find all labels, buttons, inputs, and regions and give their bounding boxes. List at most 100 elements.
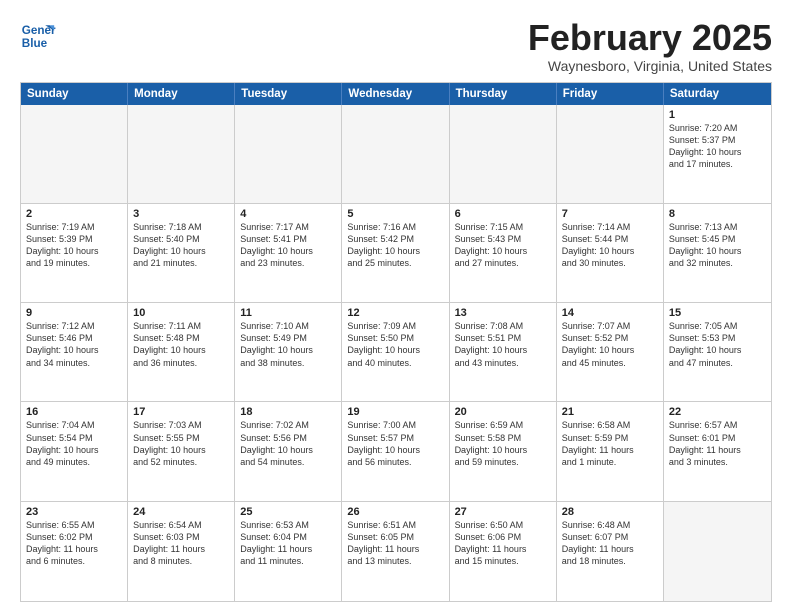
day-number: 14 — [562, 307, 658, 319]
calendar-cell — [450, 105, 557, 203]
calendar-cell: 18Sunrise: 7:02 AM Sunset: 5:56 PM Dayli… — [235, 402, 342, 500]
day-info: Sunrise: 7:12 AM Sunset: 5:46 PM Dayligh… — [26, 320, 122, 369]
day-info: Sunrise: 6:51 AM Sunset: 6:05 PM Dayligh… — [347, 519, 443, 568]
day-number: 1 — [669, 109, 766, 121]
calendar-cell: 5Sunrise: 7:16 AM Sunset: 5:42 PM Daylig… — [342, 204, 449, 302]
month-title: February 2025 — [528, 18, 772, 58]
calendar-header: SundayMondayTuesdayWednesdayThursdayFrid… — [21, 83, 771, 105]
day-number: 17 — [133, 406, 229, 418]
calendar-cell: 2Sunrise: 7:19 AM Sunset: 5:39 PM Daylig… — [21, 204, 128, 302]
calendar-cell — [235, 105, 342, 203]
day-number: 24 — [133, 506, 229, 518]
day-number: 23 — [26, 506, 122, 518]
day-info: Sunrise: 6:48 AM Sunset: 6:07 PM Dayligh… — [562, 519, 658, 568]
day-info: Sunrise: 7:13 AM Sunset: 5:45 PM Dayligh… — [669, 221, 766, 270]
day-number: 12 — [347, 307, 443, 319]
calendar-cell: 24Sunrise: 6:54 AM Sunset: 6:03 PM Dayli… — [128, 502, 235, 601]
calendar-cell: 25Sunrise: 6:53 AM Sunset: 6:04 PM Dayli… — [235, 502, 342, 601]
day-info: Sunrise: 7:11 AM Sunset: 5:48 PM Dayligh… — [133, 320, 229, 369]
weekday-header: Thursday — [450, 83, 557, 105]
day-info: Sunrise: 7:03 AM Sunset: 5:55 PM Dayligh… — [133, 419, 229, 468]
day-info: Sunrise: 6:57 AM Sunset: 6:01 PM Dayligh… — [669, 419, 766, 468]
day-info: Sunrise: 7:14 AM Sunset: 5:44 PM Dayligh… — [562, 221, 658, 270]
calendar-cell: 9Sunrise: 7:12 AM Sunset: 5:46 PM Daylig… — [21, 303, 128, 401]
day-number: 20 — [455, 406, 551, 418]
day-number: 3 — [133, 208, 229, 220]
calendar-cell: 20Sunrise: 6:59 AM Sunset: 5:58 PM Dayli… — [450, 402, 557, 500]
calendar-cell: 7Sunrise: 7:14 AM Sunset: 5:44 PM Daylig… — [557, 204, 664, 302]
day-number: 6 — [455, 208, 551, 220]
day-number: 28 — [562, 506, 658, 518]
day-info: Sunrise: 7:07 AM Sunset: 5:52 PM Dayligh… — [562, 320, 658, 369]
day-number: 18 — [240, 406, 336, 418]
calendar-week: 16Sunrise: 7:04 AM Sunset: 5:54 PM Dayli… — [21, 402, 771, 501]
day-number: 15 — [669, 307, 766, 319]
calendar-cell — [21, 105, 128, 203]
calendar-cell: 22Sunrise: 6:57 AM Sunset: 6:01 PM Dayli… — [664, 402, 771, 500]
day-info: Sunrise: 7:18 AM Sunset: 5:40 PM Dayligh… — [133, 221, 229, 270]
calendar-cell: 12Sunrise: 7:09 AM Sunset: 5:50 PM Dayli… — [342, 303, 449, 401]
day-number: 27 — [455, 506, 551, 518]
day-number: 22 — [669, 406, 766, 418]
day-number: 2 — [26, 208, 122, 220]
calendar-cell: 14Sunrise: 7:07 AM Sunset: 5:52 PM Dayli… — [557, 303, 664, 401]
day-info: Sunrise: 6:59 AM Sunset: 5:58 PM Dayligh… — [455, 419, 551, 468]
weekday-header: Wednesday — [342, 83, 449, 105]
calendar-cell: 17Sunrise: 7:03 AM Sunset: 5:55 PM Dayli… — [128, 402, 235, 500]
svg-text:Blue: Blue — [22, 37, 48, 50]
calendar-cell — [128, 105, 235, 203]
calendar-cell: 21Sunrise: 6:58 AM Sunset: 5:59 PM Dayli… — [557, 402, 664, 500]
calendar-cell: 15Sunrise: 7:05 AM Sunset: 5:53 PM Dayli… — [664, 303, 771, 401]
calendar-cell: 1Sunrise: 7:20 AM Sunset: 5:37 PM Daylig… — [664, 105, 771, 203]
weekday-header: Sunday — [21, 83, 128, 105]
day-info: Sunrise: 6:54 AM Sunset: 6:03 PM Dayligh… — [133, 519, 229, 568]
calendar-cell: 27Sunrise: 6:50 AM Sunset: 6:06 PM Dayli… — [450, 502, 557, 601]
calendar-cell: 3Sunrise: 7:18 AM Sunset: 5:40 PM Daylig… — [128, 204, 235, 302]
weekday-header: Saturday — [664, 83, 771, 105]
calendar-week: 23Sunrise: 6:55 AM Sunset: 6:02 PM Dayli… — [21, 502, 771, 601]
calendar-cell — [664, 502, 771, 601]
day-info: Sunrise: 7:17 AM Sunset: 5:41 PM Dayligh… — [240, 221, 336, 270]
day-info: Sunrise: 7:15 AM Sunset: 5:43 PM Dayligh… — [455, 221, 551, 270]
calendar-cell: 6Sunrise: 7:15 AM Sunset: 5:43 PM Daylig… — [450, 204, 557, 302]
calendar-cell: 28Sunrise: 6:48 AM Sunset: 6:07 PM Dayli… — [557, 502, 664, 601]
day-info: Sunrise: 6:58 AM Sunset: 5:59 PM Dayligh… — [562, 419, 658, 468]
day-number: 11 — [240, 307, 336, 319]
day-info: Sunrise: 7:02 AM Sunset: 5:56 PM Dayligh… — [240, 419, 336, 468]
day-number: 13 — [455, 307, 551, 319]
title-block: February 2025 Waynesboro, Virginia, Unit… — [528, 18, 772, 74]
calendar-cell: 11Sunrise: 7:10 AM Sunset: 5:49 PM Dayli… — [235, 303, 342, 401]
weekday-header: Friday — [557, 83, 664, 105]
logo-icon: General Blue — [20, 18, 56, 54]
day-number: 25 — [240, 506, 336, 518]
day-number: 7 — [562, 208, 658, 220]
day-info: Sunrise: 7:16 AM Sunset: 5:42 PM Dayligh… — [347, 221, 443, 270]
calendar-cell: 26Sunrise: 6:51 AM Sunset: 6:05 PM Dayli… — [342, 502, 449, 601]
logo: General Blue — [20, 18, 60, 54]
day-number: 19 — [347, 406, 443, 418]
day-number: 10 — [133, 307, 229, 319]
day-info: Sunrise: 7:05 AM Sunset: 5:53 PM Dayligh… — [669, 320, 766, 369]
day-info: Sunrise: 6:50 AM Sunset: 6:06 PM Dayligh… — [455, 519, 551, 568]
day-info: Sunrise: 6:53 AM Sunset: 6:04 PM Dayligh… — [240, 519, 336, 568]
day-info: Sunrise: 7:10 AM Sunset: 5:49 PM Dayligh… — [240, 320, 336, 369]
calendar-week: 9Sunrise: 7:12 AM Sunset: 5:46 PM Daylig… — [21, 303, 771, 402]
weekday-header: Monday — [128, 83, 235, 105]
calendar-cell: 23Sunrise: 6:55 AM Sunset: 6:02 PM Dayli… — [21, 502, 128, 601]
day-info: Sunrise: 7:09 AM Sunset: 5:50 PM Dayligh… — [347, 320, 443, 369]
day-number: 21 — [562, 406, 658, 418]
day-number: 4 — [240, 208, 336, 220]
day-number: 5 — [347, 208, 443, 220]
calendar-cell: 4Sunrise: 7:17 AM Sunset: 5:41 PM Daylig… — [235, 204, 342, 302]
calendar-cell: 16Sunrise: 7:04 AM Sunset: 5:54 PM Dayli… — [21, 402, 128, 500]
day-info: Sunrise: 7:00 AM Sunset: 5:57 PM Dayligh… — [347, 419, 443, 468]
header: General Blue February 2025 Waynesboro, V… — [20, 18, 772, 74]
calendar-cell: 10Sunrise: 7:11 AM Sunset: 5:48 PM Dayli… — [128, 303, 235, 401]
calendar-body: 1Sunrise: 7:20 AM Sunset: 5:37 PM Daylig… — [21, 105, 771, 601]
calendar-cell — [557, 105, 664, 203]
day-info: Sunrise: 7:19 AM Sunset: 5:39 PM Dayligh… — [26, 221, 122, 270]
day-info: Sunrise: 7:04 AM Sunset: 5:54 PM Dayligh… — [26, 419, 122, 468]
calendar-week: 1Sunrise: 7:20 AM Sunset: 5:37 PM Daylig… — [21, 105, 771, 204]
day-info: Sunrise: 7:20 AM Sunset: 5:37 PM Dayligh… — [669, 122, 766, 171]
day-number: 9 — [26, 307, 122, 319]
